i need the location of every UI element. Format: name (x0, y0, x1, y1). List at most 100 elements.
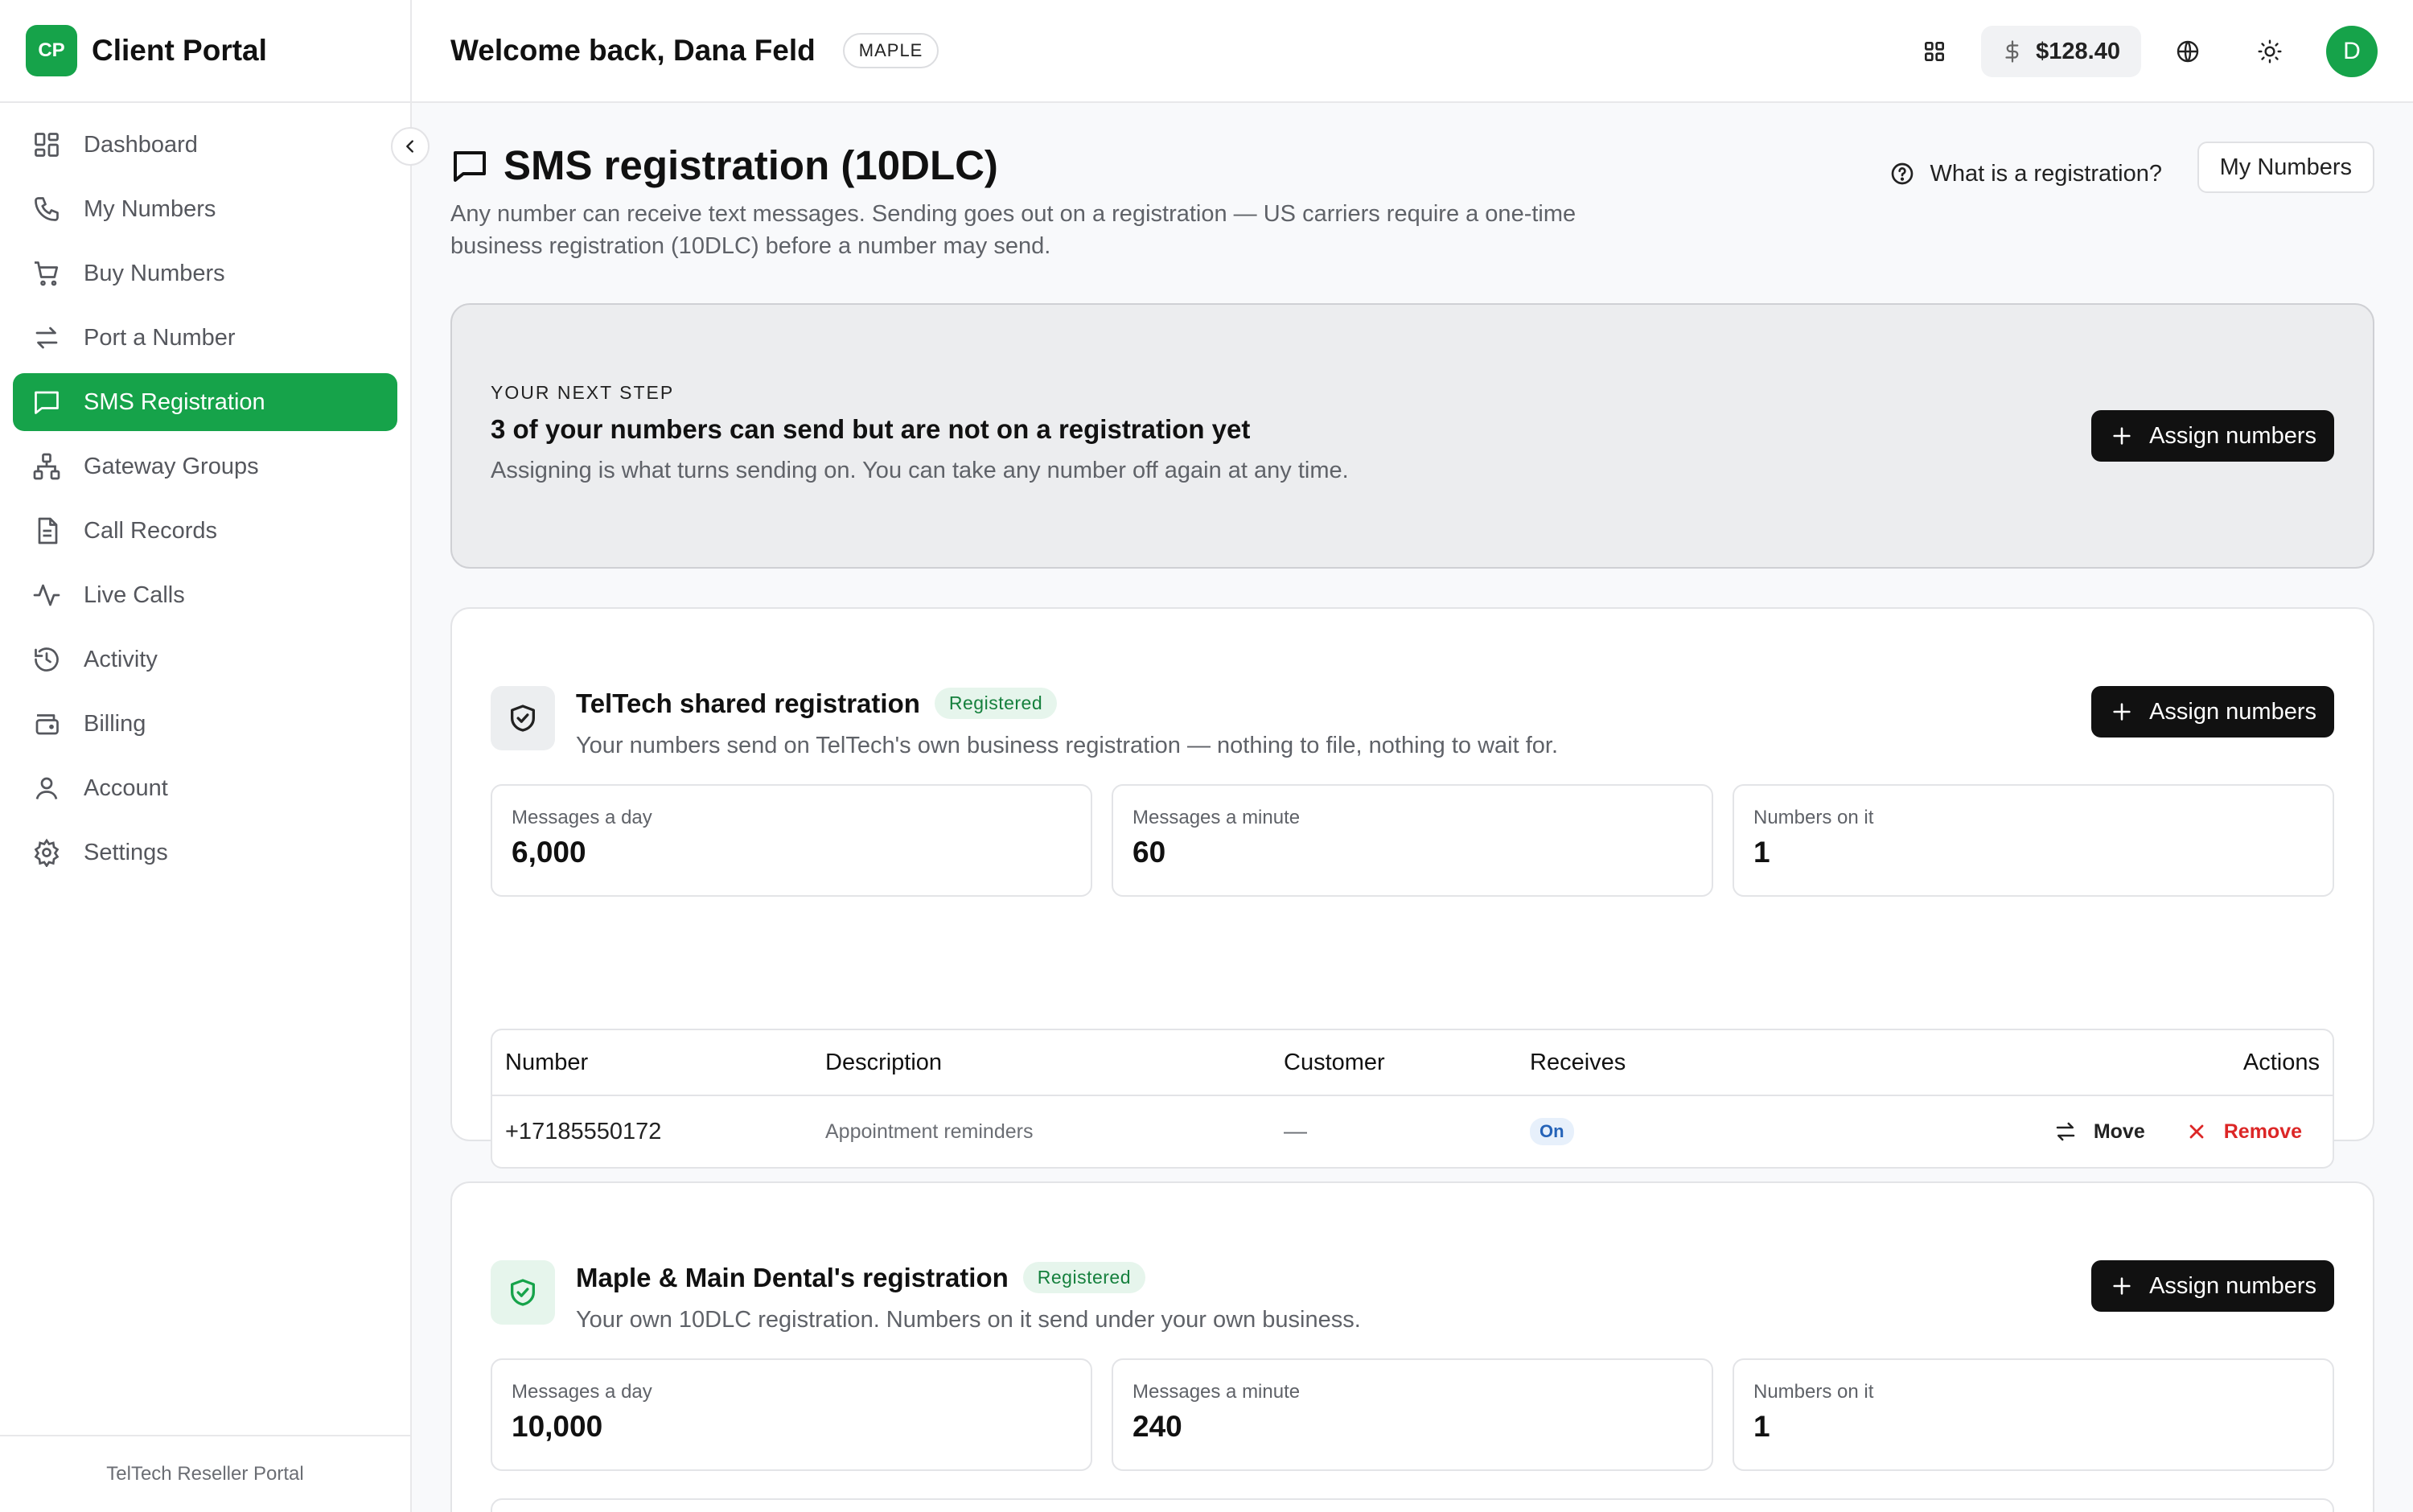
network-icon (31, 450, 63, 483)
stat-label: Messages a minute (1133, 807, 1301, 828)
sidebar-item-settings[interactable]: Settings (13, 824, 397, 881)
dashboard-icon (31, 129, 63, 161)
plus-icon (2111, 701, 2133, 723)
next-step-card: YOUR NEXT STEP 3 of your numbers can sen… (450, 303, 2374, 569)
activity-icon (31, 579, 63, 611)
assign-numbers-button[interactable]: Assign numbers (2091, 410, 2334, 462)
sidebar-item-billing[interactable]: Billing (13, 695, 397, 753)
assign-numbers-button[interactable]: Assign numbers (2091, 686, 2334, 738)
registration-name: TelTech shared registration (576, 688, 920, 718)
globe-icon (2175, 39, 2201, 64)
plus-icon (2111, 425, 2133, 447)
stat-messages-per-minute: Messages a minute 240 (1112, 1358, 1713, 1471)
shield-check-icon (507, 1276, 539, 1309)
registration-icon (491, 1260, 555, 1325)
sidebar-item-port-number[interactable]: Port a Number (13, 309, 397, 367)
stat-messages-per-day: Messages a day 10,000 (491, 1358, 1092, 1471)
next-step-description: Assigning is what turns sending on. You … (491, 458, 1349, 483)
stat-label: Messages a day (512, 807, 652, 828)
stat-value: 6,000 (512, 836, 586, 869)
sidebar-item-buy-numbers[interactable]: Buy Numbers (13, 244, 397, 302)
assign-numbers-label: Assign numbers (2149, 422, 2316, 449)
stat-value: 60 (1133, 836, 1166, 869)
sidebar-item-dashboard[interactable]: Dashboard (13, 116, 397, 174)
column-header-receives: Receives (1530, 1049, 1626, 1075)
sidebar-item-label: Activity (84, 646, 158, 672)
column-header-actions: Actions (2242, 1049, 2320, 1075)
close-icon (2189, 1124, 2204, 1139)
sidebar-item-account[interactable]: Account (13, 759, 397, 817)
sidebar-item-label: Settings (84, 839, 168, 865)
remove-button[interactable]: Remove (2185, 1120, 2302, 1144)
help-link-label: What is a registration? (1930, 160, 2162, 187)
status-badge: Registered (934, 688, 1058, 719)
phone-icon (31, 193, 63, 225)
sidebar-item-label: Port a Number (84, 324, 236, 351)
sidebar-item-label: Live Calls (84, 581, 185, 608)
sidebar-item-label: Account (84, 774, 168, 801)
dollar-icon (2000, 39, 2025, 64)
sidebar-item-label: SMS Registration (84, 388, 265, 415)
sidebar-item-my-numbers[interactable]: My Numbers (13, 180, 397, 238)
balance-display[interactable]: $128.40 (1981, 26, 2141, 77)
registration-icon (491, 686, 555, 750)
sidebar-item-label: Gateway Groups (84, 453, 259, 479)
brand-logo: CP (26, 25, 77, 76)
stat-value: 1 (1753, 1410, 1770, 1443)
remove-label: Remove (2223, 1120, 2302, 1143)
top-header: Welcome back, Dana Feld MAPLE $128.40 D (412, 0, 2413, 103)
avatar[interactable]: D (2326, 26, 2378, 77)
sun-icon (2257, 39, 2283, 64)
brand[interactable]: CP Client Portal (0, 0, 410, 103)
sidebar-item-sms-registration[interactable]: SMS Registration (13, 373, 397, 431)
sidebar-item-live-calls[interactable]: Live Calls (13, 566, 397, 624)
stat-label: Numbers on it (1753, 807, 1874, 828)
numbers-table (491, 1498, 2334, 1512)
page-title-row: SMS registration (10DLC) (450, 142, 998, 189)
collapse-sidebar-button[interactable] (391, 127, 430, 166)
column-header-description: Description (825, 1049, 943, 1075)
apps-grid-button[interactable] (1909, 26, 1960, 77)
sidebar-item-call-records[interactable]: Call Records (13, 502, 397, 560)
chevron-left-icon (401, 138, 419, 155)
stat-label: Numbers on it (1753, 1381, 1874, 1403)
cart-icon (31, 257, 63, 290)
theme-toggle-button[interactable] (2244, 26, 2296, 77)
assign-numbers-label: Assign numbers (2149, 698, 2316, 725)
sidebar-item-label: Call Records (84, 517, 217, 544)
registration-title: TelTech shared registration Registered (576, 688, 1058, 719)
my-numbers-button[interactable]: My Numbers (2197, 142, 2374, 193)
message-icon (450, 146, 489, 185)
sidebar-item-gateway-groups[interactable]: Gateway Groups (13, 438, 397, 495)
header-actions: $128.40 D (1909, 26, 2378, 77)
column-header-number: Number (505, 1049, 589, 1075)
assign-numbers-button[interactable]: Assign numbers (2091, 1260, 2334, 1312)
move-button[interactable]: Move (2053, 1120, 2145, 1144)
shield-check-icon (507, 702, 539, 734)
numbers-table: Number Description Customer Receives Act… (491, 1029, 2334, 1169)
tenant-badge: MAPLE (842, 33, 939, 68)
sidebar-item-activity[interactable]: Activity (13, 631, 397, 688)
registration-description: Your own 10DLC registration. Numbers on … (576, 1307, 1361, 1333)
status-badge: Registered (1022, 1262, 1146, 1293)
sidebar-footer: TelTech Reseller Portal (0, 1435, 410, 1512)
language-button[interactable] (2162, 26, 2214, 77)
page-subtitle: Any number can receive text messages. Se… (450, 201, 1576, 259)
registration-help-link[interactable]: What is a registration? (1889, 148, 2162, 199)
sidebar-item-label: Billing (84, 710, 146, 737)
message-icon (31, 386, 63, 418)
registration-card-teltech: TelTech shared registration Registered Y… (450, 607, 2374, 1169)
stat-numbers-on-it: Numbers on it 1 (1733, 784, 2334, 897)
stat-value: 240 (1133, 1410, 1182, 1443)
document-icon (31, 515, 63, 547)
welcome-message: Welcome back, Dana Feld (450, 34, 816, 67)
wallet-icon (31, 708, 63, 740)
description-cell: Appointment reminders (825, 1120, 1034, 1143)
actions-cell: Move Remove (2053, 1096, 2302, 1167)
sidebar: CP Client Portal Dashboard My Numbers Bu… (0, 0, 412, 1512)
assign-numbers-label: Assign numbers (2149, 1272, 2316, 1299)
number-cell: +17185550172 (505, 1118, 662, 1144)
registration-name: Maple & Main Dental's registration (576, 1262, 1009, 1292)
stat-messages-per-minute: Messages a minute 60 (1112, 784, 1713, 897)
main-content: SMS registration (10DLC) Any number can … (450, 103, 2374, 1512)
